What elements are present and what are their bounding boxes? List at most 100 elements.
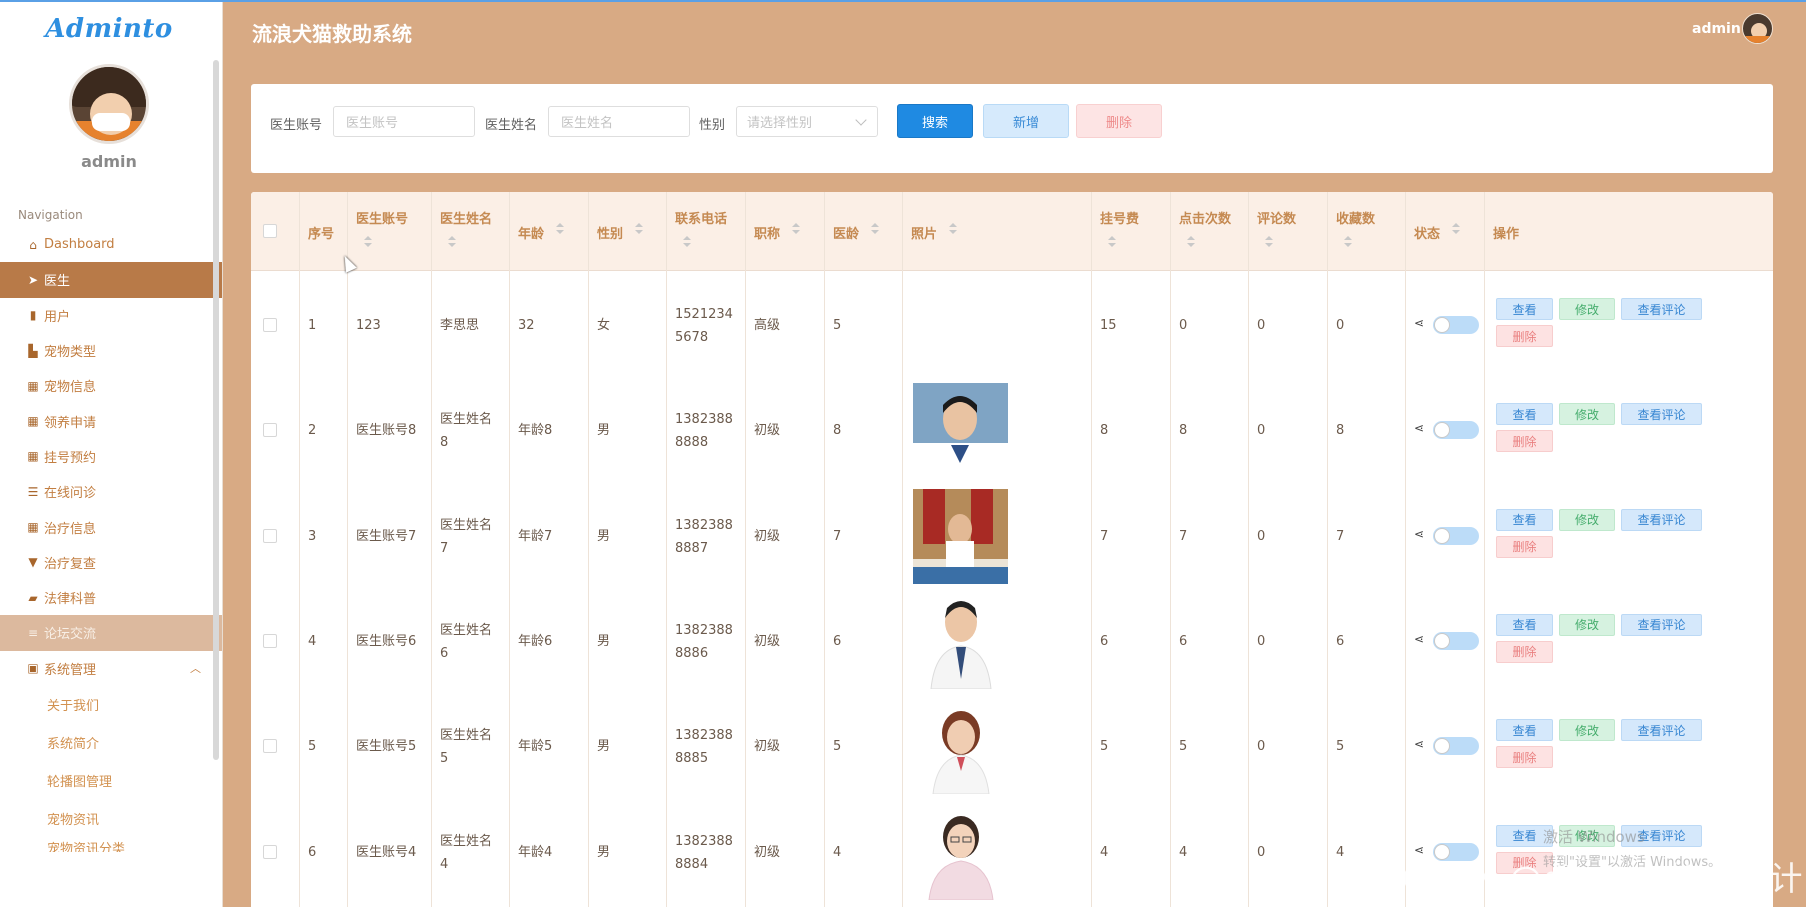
edit-button[interactable]: 修改 <box>1559 403 1615 426</box>
share-icon[interactable]: ⋖ <box>1414 632 1424 646</box>
sort-icon[interactable] <box>871 223 879 235</box>
view-comments-button[interactable]: 查看评论 <box>1621 508 1702 531</box>
add-button[interactable]: 新增 <box>983 104 1069 138</box>
delete-button[interactable]: 删除 <box>1496 430 1553 453</box>
view-button[interactable]: 查看 <box>1496 508 1553 531</box>
sort-icon[interactable] <box>448 236 456 248</box>
status-toggle[interactable] <box>1433 737 1479 756</box>
select-all-checkbox[interactable] <box>263 224 277 238</box>
gender-select[interactable]: 请选择性别 <box>736 106 878 137</box>
status-toggle[interactable] <box>1433 316 1479 334</box>
column-header-account[interactable]: 医生账号 <box>347 192 431 271</box>
view-button[interactable]: 查看 <box>1496 298 1553 320</box>
view-comments-button[interactable]: 查看评论 <box>1621 613 1702 636</box>
column-header-favorites[interactable]: 收藏数 <box>1327 192 1405 271</box>
sidebar-item-doctor[interactable]: ➤ 医生 <box>0 262 222 298</box>
status-toggle[interactable] <box>1433 421 1479 440</box>
search-button[interactable]: 搜索 <box>897 104 973 138</box>
sort-icon[interactable] <box>635 223 643 235</box>
sidebar-item-pet-type[interactable]: ▙ 宠物类型 <box>0 333 222 368</box>
delete-button[interactable]: 删除 <box>1496 746 1553 769</box>
sort-icon[interactable] <box>1108 236 1116 248</box>
clipboard-icon: ▣ <box>27 661 39 676</box>
row-checkbox[interactable] <box>263 318 277 332</box>
sidebar-item-system[interactable]: ▣ 系统管理 ︿ <box>0 651 222 686</box>
column-header-photo[interactable]: 照片 <box>902 192 1091 271</box>
sort-icon[interactable] <box>792 223 800 235</box>
column-header-clicks[interactable]: 点击次数 <box>1170 192 1248 271</box>
column-header-years[interactable]: 医龄 <box>824 192 902 271</box>
header-username[interactable]: admin <box>1692 21 1741 37</box>
cell-phone-line2: 5678 <box>675 330 709 345</box>
share-icon[interactable]: ⋖ <box>1414 527 1424 541</box>
sidebar-scrollbar[interactable] <box>213 60 219 760</box>
sidebar-item-law[interactable]: ▰ 法律科普 <box>0 580 222 615</box>
edit-button[interactable]: 修改 <box>1559 613 1615 636</box>
sort-icon[interactable] <box>683 236 691 248</box>
edit-button[interactable]: 修改 <box>1559 298 1615 320</box>
column-header-gender[interactable]: 性别 <box>588 192 666 271</box>
sort-icon[interactable] <box>1187 236 1195 248</box>
status-toggle[interactable] <box>1433 526 1479 545</box>
sidebar-avatar[interactable] <box>69 64 149 144</box>
delete-button[interactable]: 删除 <box>1496 535 1553 558</box>
sidebar-item-pet-info[interactable]: ▦ 宠物信息 <box>0 368 222 403</box>
view-comments-button[interactable]: 查看评论 <box>1621 403 1702 426</box>
edit-button[interactable]: 修改 <box>1559 719 1615 742</box>
share-icon[interactable]: ⋖ <box>1414 421 1424 435</box>
sort-icon[interactable] <box>1452 223 1460 235</box>
cell-name-line2: 4 <box>440 856 449 872</box>
share-icon[interactable]: ⋖ <box>1414 737 1424 751</box>
cell-clicks: 6 <box>1179 633 1188 649</box>
sort-icon[interactable] <box>1265 236 1273 248</box>
doctor-name-input[interactable]: 医生姓名 <box>548 106 690 137</box>
column-header-name[interactable]: 医生姓名 <box>431 192 509 271</box>
column-header-fee[interactable]: 挂号费 <box>1091 192 1170 271</box>
batch-delete-button[interactable]: 删除 <box>1076 104 1162 138</box>
row-checkbox[interactable] <box>263 423 277 438</box>
column-header-title[interactable]: 职称 <box>745 192 824 271</box>
delete-button[interactable]: 删除 <box>1496 640 1553 663</box>
view-button[interactable]: 查看 <box>1496 613 1553 636</box>
view-button[interactable]: 查看 <box>1496 403 1553 426</box>
view-button[interactable]: 查看 <box>1496 719 1553 742</box>
sidebar-subitem-carousel[interactable]: 轮播图管理 <box>0 762 222 800</box>
row-checkbox[interactable] <box>263 528 277 543</box>
view-comments-button[interactable]: 查看评论 <box>1621 298 1702 320</box>
column-header-comments[interactable]: 评论数 <box>1248 192 1327 271</box>
app-logo[interactable]: Adminto <box>0 14 218 44</box>
sidebar-item-appointment[interactable]: ▦ 挂号预约 <box>0 439 222 474</box>
sidebar-subitem-news-category[interactable]: 宠物资讯分类 <box>0 838 222 852</box>
sidebar-item-dashboard[interactable]: ⌂ Dashboard <box>0 227 222 262</box>
share-icon[interactable]: ⋖ <box>1414 316 1424 330</box>
bar-chart-icon: ▮ <box>29 308 37 323</box>
doctor-account-input[interactable]: 医生账号 <box>333 106 475 137</box>
sort-icon[interactable] <box>949 223 957 235</box>
row-checkbox[interactable] <box>263 739 277 754</box>
column-header-phone[interactable]: 联系电话 <box>666 192 745 271</box>
sidebar-item-recheck[interactable]: ▼ 治疗复查 <box>0 545 222 580</box>
view-comments-button[interactable]: 查看评论 <box>1621 719 1702 742</box>
edit-button[interactable]: 修改 <box>1559 508 1615 531</box>
status-toggle[interactable] <box>1433 631 1479 650</box>
header-avatar[interactable] <box>1742 13 1773 44</box>
delete-button[interactable]: 删除 <box>1496 325 1553 347</box>
sort-icon[interactable] <box>364 236 372 248</box>
column-header-age[interactable]: 年龄 <box>509 192 588 271</box>
sidebar-item-forum[interactable]: ≡ 论坛交流 <box>0 615 222 651</box>
sort-icon[interactable] <box>556 223 564 235</box>
row-checkbox[interactable] <box>263 844 277 859</box>
cell-phone: 1521234 <box>675 307 733 322</box>
sidebar-subitem-news[interactable]: 宠物资讯 <box>0 800 222 838</box>
row-checkbox[interactable] <box>263 633 277 648</box>
sort-icon[interactable] <box>1344 236 1352 248</box>
cell-years: 7 <box>833 528 842 544</box>
cell-years: 4 <box>833 844 842 860</box>
sidebar-item-adoption[interactable]: ▦ 领养申请 <box>0 403 222 438</box>
column-header-status[interactable]: 状态 <box>1405 192 1484 271</box>
sidebar-item-consult[interactable]: ☰ 在线问诊 <box>0 474 222 509</box>
sidebar-item-treatment[interactable]: ▦ 治疗信息 <box>0 509 222 544</box>
sidebar-item-user[interactable]: ▮ 用户 <box>0 298 222 333</box>
sidebar-subitem-intro[interactable]: 系统简介 <box>0 724 222 762</box>
sidebar-subitem-about[interactable]: 关于我们 <box>0 686 222 724</box>
